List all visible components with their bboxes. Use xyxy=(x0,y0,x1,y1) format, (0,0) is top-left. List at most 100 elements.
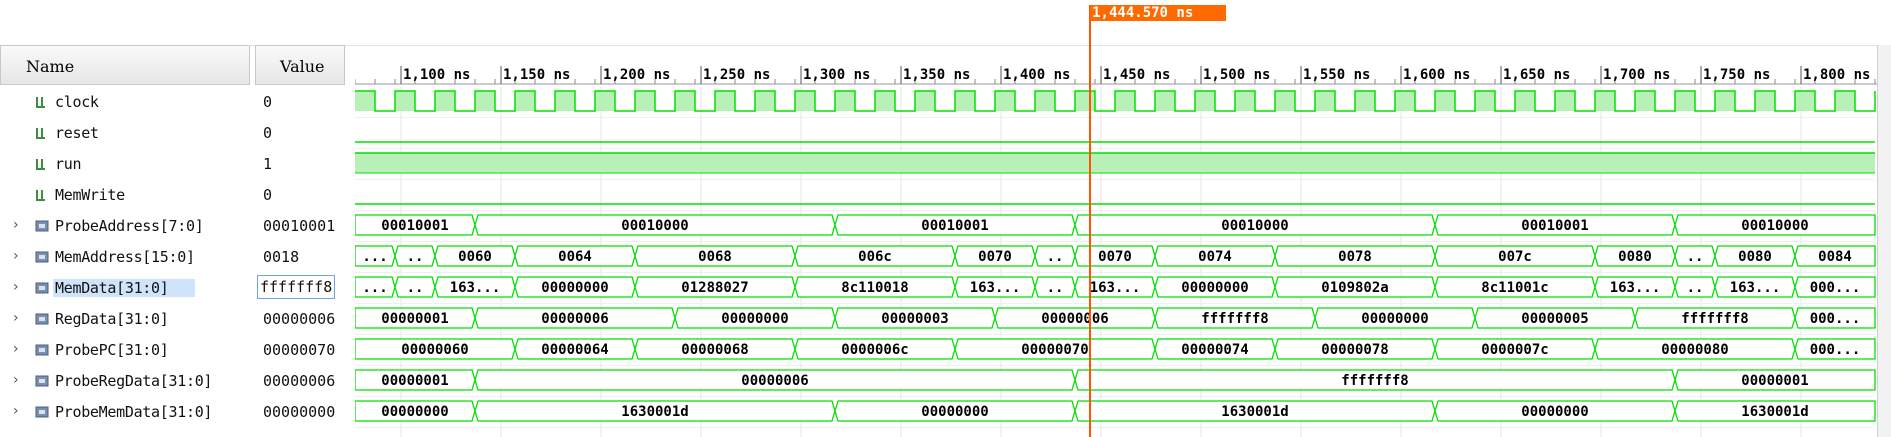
signal-row-memwrite[interactable]: MemWrite xyxy=(0,180,255,211)
bus-segment-label: 00000000 xyxy=(1181,280,1248,296)
time-ruler[interactable]: 1,100 ns 1,150 ns 1,200 ns 1,250 ns 1,300 ns… xyxy=(355,66,1891,85)
clock-high-phase xyxy=(1315,91,1335,111)
bus-signal-icon xyxy=(35,220,49,232)
signal-value-cell[interactable]: fffffff8 xyxy=(257,273,355,304)
waveform-regdata[interactable]: 00000001 00000006 00000000 00000003 00000006… xyxy=(355,307,1876,329)
bus-segment-label: 00010000 xyxy=(1741,218,1808,234)
waveform-probeaddress[interactable]: 00010001 00010000 00010001 00010000 00010001… xyxy=(355,214,1876,236)
clock-high-phase xyxy=(1395,91,1415,111)
signal-row-memdata[interactable]: › MemData[31:0] xyxy=(0,273,255,304)
bus-segment-label: 00000060 xyxy=(401,342,468,358)
signal-name: MemData[31:0] xyxy=(53,279,195,297)
ruler-tick-label: 1,800 ns xyxy=(1803,67,1870,83)
bus-segment-label: 007c xyxy=(1498,249,1532,265)
signal-row-probememdata[interactable]: › ProbeMemData[31:0] xyxy=(0,397,255,428)
bus-segment-label: 0068 xyxy=(698,249,732,265)
signal-value: 00000006 xyxy=(263,372,336,390)
clock-high-phase xyxy=(995,91,1015,111)
expand-chevron-icon[interactable]: › xyxy=(13,248,19,264)
signal-value-cell[interactable]: 0 xyxy=(263,180,355,211)
signal-value-cell[interactable]: 1 xyxy=(263,149,355,180)
time-cursor-line[interactable] xyxy=(1089,5,1092,437)
bus-signal-icon xyxy=(35,251,49,263)
signal-value-cell[interactable]: 00010001 xyxy=(263,211,355,242)
signal-value-column: 0 0 1 0 00010001 0018 fffffff8 00000006 00000070… xyxy=(255,87,355,437)
time-cursor-flag[interactable]: 1,444.570 ns xyxy=(1090,5,1227,21)
clock-high-phase xyxy=(1675,91,1695,111)
bit-signal-icon xyxy=(36,97,45,108)
column-header-name-label: Name xyxy=(26,57,75,76)
waveform-run[interactable] xyxy=(355,152,1875,174)
signal-value: 0018 xyxy=(263,248,300,266)
signal-value-cell[interactable]: 00000070 xyxy=(263,335,355,366)
ruler-tick-label: 1,300 ns xyxy=(803,67,870,83)
bus-signal-icon xyxy=(35,375,49,387)
vertical-scrollbar[interactable] xyxy=(1877,45,1891,437)
expand-chevron-icon[interactable]: › xyxy=(13,372,19,388)
waveform-area[interactable]: 00010001 00010000 00010001 00010000 00010001… xyxy=(355,87,1891,437)
ruler-tick-label: 1,150 ns xyxy=(503,67,570,83)
bus-segment-label: 8c11001c xyxy=(1481,280,1548,296)
bus-segment-label: 1630001d xyxy=(621,404,688,420)
expand-chevron-icon[interactable]: › xyxy=(13,310,19,326)
signal-value-cell[interactable]: 00000006 xyxy=(263,366,355,397)
clock-high-phase xyxy=(955,91,975,111)
bus-segment-label: 00000005 xyxy=(1521,311,1588,327)
clock-high-phase xyxy=(355,91,375,111)
bit-signal-icon xyxy=(36,159,45,170)
signal-name: MemWrite xyxy=(55,186,125,204)
waveform-proberegdata[interactable]: 00000001 00000006 fffffff8 00000001 xyxy=(355,369,1876,391)
signal-row-memaddress[interactable]: › MemAddress[15:0] xyxy=(0,242,255,273)
waveform-memdata[interactable]: ..... 163... 00000000 01288027 8c110018 163..… xyxy=(355,276,1876,298)
signal-row-probeaddress[interactable]: › ProbeAddress[7:0] xyxy=(0,211,255,242)
bus-segment-label: 0084 xyxy=(1818,249,1852,265)
expand-chevron-icon[interactable]: › xyxy=(13,403,19,419)
signal-value-cell[interactable]: 00000006 xyxy=(263,304,355,335)
clock-high-phase xyxy=(1035,91,1055,111)
expand-chevron-icon[interactable]: › xyxy=(13,341,19,357)
bus-segment-label: 0064 xyxy=(558,249,592,265)
bus-signal-icon xyxy=(35,282,49,294)
bus-segment-label: .. xyxy=(1047,249,1064,265)
bus-segment-label: 0000007c xyxy=(1481,342,1548,358)
signal-row-reset[interactable]: reset xyxy=(0,118,255,149)
signal-row-clock[interactable]: clock xyxy=(0,87,255,118)
waveform-probepc[interactable]: 00000060 00000064 00000068 0000006c 00000070… xyxy=(355,338,1876,360)
signal-name: reset xyxy=(55,124,99,142)
expand-chevron-icon[interactable]: › xyxy=(13,279,19,295)
bus-segment-label: 00010001 xyxy=(381,218,448,234)
signal-value-cell[interactable]: 00000000 xyxy=(263,397,355,428)
bus-segment-label: 006c xyxy=(858,249,892,265)
signal-row-proberegdata[interactable]: › ProbeRegData[31:0] xyxy=(0,366,255,397)
column-header-name[interactable]: Name xyxy=(0,45,250,85)
column-header-value[interactable]: Value xyxy=(255,45,345,85)
waveform-clock[interactable] xyxy=(355,90,1876,112)
bus-segment-label: 0000006c xyxy=(841,342,908,358)
waveform-probememdata[interactable]: 00000000 1630001d 00000000 1630001d 00000000… xyxy=(355,400,1876,422)
signal-row-regdata[interactable]: › RegData[31:0] xyxy=(0,304,255,335)
signal-value-cell[interactable]: 0 xyxy=(263,87,355,118)
clock-high-phase xyxy=(1075,91,1095,111)
bus-segment-label: 00000000 xyxy=(921,404,988,420)
signal-value-cell[interactable]: 0 xyxy=(263,118,355,149)
bit-signal-icon xyxy=(36,190,45,201)
signal-value: 00000006 xyxy=(263,310,336,328)
bus-segment-label: .. xyxy=(1687,280,1704,296)
clock-high-phase xyxy=(395,91,415,111)
signal-row-probepc[interactable]: › ProbePC[31:0] xyxy=(0,335,255,366)
bus-segment-label: 00000000 xyxy=(1521,404,1588,420)
clock-high-phase xyxy=(875,91,895,111)
clock-high-phase xyxy=(915,91,935,111)
waveform-memaddress[interactable]: ..... 0060 0064 0068 006c 0070.. 0070 0074 0078 0… xyxy=(355,245,1876,267)
signal-value-cell[interactable]: 0018 xyxy=(263,242,355,273)
signal-name: run xyxy=(55,155,82,173)
bus-segment-label: 1630001d xyxy=(1741,404,1808,420)
bus-segment-label: 00000006 xyxy=(741,373,808,389)
signal-row-run[interactable]: run xyxy=(0,149,255,180)
bus-segment-label: 00000070 xyxy=(1021,342,1088,358)
toolbar-strip xyxy=(0,0,1891,46)
ruler-tick-label: 1,400 ns xyxy=(1003,67,1070,83)
expand-chevron-icon[interactable]: › xyxy=(13,217,19,233)
clock-high-phase xyxy=(1435,91,1455,111)
bus-segment-label: 00000000 xyxy=(381,404,448,420)
